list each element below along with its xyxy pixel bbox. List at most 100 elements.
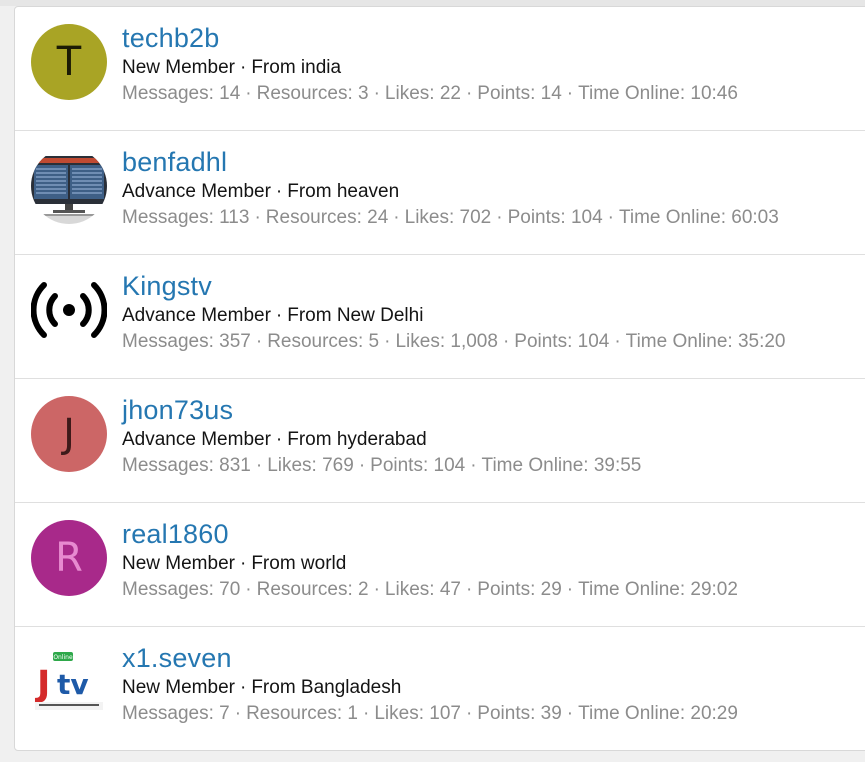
user-title: New Member	[122, 57, 235, 78]
separator-dot: ·	[614, 331, 621, 352]
avatar[interactable]: T	[31, 24, 107, 100]
separator-dot: ·	[465, 83, 473, 104]
separator-dot: ·	[275, 181, 283, 202]
separator-dot: ·	[465, 703, 473, 724]
separator-dot: ·	[465, 579, 473, 600]
separator-dot: ·	[254, 207, 261, 228]
stat-messages: Messages: 70	[122, 579, 241, 600]
username-link[interactable]: jhon73us	[122, 393, 641, 427]
username-link[interactable]: benfadhl	[122, 145, 779, 179]
avatar[interactable]: R	[31, 520, 107, 596]
member-info: x1.seven New Member · From Bangladesh Mess…	[122, 641, 738, 727]
broadcast-signal-icon[interactable]	[31, 272, 107, 348]
stat-resources: Resources: 24	[265, 207, 389, 228]
user-stats: Messages: 14 · Resources: 3 · Likes: 22 · Poin…	[122, 81, 738, 107]
user-stats: Messages: 70 · Resources: 2 · Likes: 47 · Poin…	[122, 577, 738, 603]
jtv-logo-icon-graphic: Online J tv	[31, 644, 107, 720]
satellite-receiver-icon[interactable]	[31, 148, 107, 224]
user-stats: Messages: 831 · Likes: 769 · Points: 104 · Tim…	[122, 453, 641, 479]
stat-points: Points: 14	[477, 83, 562, 104]
member-row: Online J tv x1.seven New Member · From Ban…	[15, 627, 865, 750]
broadcast-signal-icon-graphic	[31, 282, 107, 338]
user-location: From heaven	[287, 181, 400, 202]
separator-dot: ·	[373, 579, 380, 600]
satellite-receiver-icon-graphic	[31, 148, 107, 224]
stat-messages: Messages: 113	[122, 207, 250, 228]
username-link[interactable]: techb2b	[122, 21, 738, 55]
member-info: jhon73us Advance Member · From hyderabad M…	[122, 393, 641, 479]
separator-dot: ·	[373, 83, 380, 104]
separator-dot: ·	[239, 553, 247, 574]
avatar-letter: J	[63, 411, 75, 457]
stat-resources: Resources: 3	[256, 83, 369, 104]
separator-dot: ·	[470, 455, 477, 476]
stat-points: Points: 104	[370, 455, 466, 476]
username-link[interactable]: real1860	[122, 517, 738, 551]
jtv-logo-icon[interactable]: Online J tv	[31, 644, 107, 720]
user-stats: Messages: 357 · Resources: 5 · Likes: 1,008 ·…	[122, 329, 786, 355]
member-list: T techb2b New Member · From india Messages…	[14, 6, 865, 751]
separator-dot: ·	[234, 703, 242, 724]
separator-dot: ·	[239, 57, 247, 78]
stat-points: Points: 39	[477, 703, 562, 724]
stat-resources: Resources: 5	[267, 331, 380, 352]
user-stats: Messages: 7 · Resources: 1 · Likes: 107 · Poin…	[122, 701, 738, 727]
user-title-line: Advance Member · From hyderabad	[122, 427, 641, 453]
stat-time-online: Time Online: 20:29	[578, 703, 738, 724]
member-info: Kingstv Advance Member · From New Delhi Me…	[122, 269, 786, 355]
user-title: New Member	[122, 553, 235, 574]
separator-dot: ·	[566, 83, 574, 104]
stat-resources: Resources: 2	[256, 579, 369, 600]
stat-points: Points: 104	[514, 331, 610, 352]
stat-likes: Likes: 1,008	[395, 331, 498, 352]
member-row: J jhon73us Advance Member · From hyderabad…	[15, 379, 865, 503]
stat-messages: Messages: 357	[122, 331, 251, 352]
stat-messages: Messages: 7	[122, 703, 230, 724]
separator-dot: ·	[275, 429, 283, 450]
separator-dot: ·	[275, 305, 283, 326]
stat-points: Points: 29	[477, 579, 562, 600]
separator-dot: ·	[393, 207, 400, 228]
stat-time-online: Time Online: 39:55	[481, 455, 642, 476]
stat-time-online: Time Online: 29:02	[578, 579, 738, 600]
separator-dot: ·	[607, 207, 614, 228]
member-row: benfadhl Advance Member · From heaven Mess…	[15, 131, 865, 255]
user-title: New Member	[122, 677, 235, 698]
avatar[interactable]: J	[31, 396, 107, 472]
user-location: From world	[251, 553, 347, 574]
separator-dot: ·	[245, 579, 252, 600]
jtv-logo-text-j: J	[34, 664, 50, 705]
separator-dot: ·	[363, 703, 370, 724]
stat-likes: Likes: 702	[404, 207, 492, 228]
avatar-letter: R	[55, 535, 83, 581]
separator-dot: ·	[566, 579, 574, 600]
user-title-line: New Member · From Bangladesh	[122, 675, 738, 701]
username-link[interactable]: Kingstv	[122, 269, 786, 303]
separator-dot: ·	[502, 331, 510, 352]
jtv-logo-badge: Online	[53, 654, 73, 661]
user-title: Advance Member	[122, 305, 271, 326]
stat-resources: Resources: 1	[246, 703, 359, 724]
member-info: techb2b New Member · From india Messages: …	[122, 21, 738, 107]
stat-messages: Messages: 831	[122, 455, 251, 476]
user-title-line: Advance Member · From heaven	[122, 179, 779, 205]
stat-points: Points: 104	[507, 207, 603, 228]
member-info: real1860 New Member · From world Messages:…	[122, 517, 738, 603]
username-link[interactable]: x1.seven	[122, 641, 738, 675]
separator-dot: ·	[358, 455, 366, 476]
stat-likes: Likes: 769	[267, 455, 354, 476]
separator-dot: ·	[245, 83, 252, 104]
member-info: benfadhl Advance Member · From heaven Mess…	[122, 145, 779, 231]
user-location: From Bangladesh	[251, 677, 402, 698]
user-location: From india	[251, 57, 342, 78]
separator-dot: ·	[496, 207, 503, 228]
user-location: From New Delhi	[287, 305, 424, 326]
user-title-line: New Member · From india	[122, 55, 738, 81]
user-title-line: New Member · From world	[122, 551, 738, 577]
separator-dot: ·	[566, 703, 574, 724]
user-stats: Messages: 113 · Resources: 24 · Likes: 702 · P…	[122, 205, 779, 231]
user-title: Advance Member	[122, 181, 271, 202]
stat-likes: Likes: 22	[384, 83, 461, 104]
jtv-logo-text-tv: tv	[57, 668, 89, 701]
separator-dot: ·	[239, 677, 247, 698]
